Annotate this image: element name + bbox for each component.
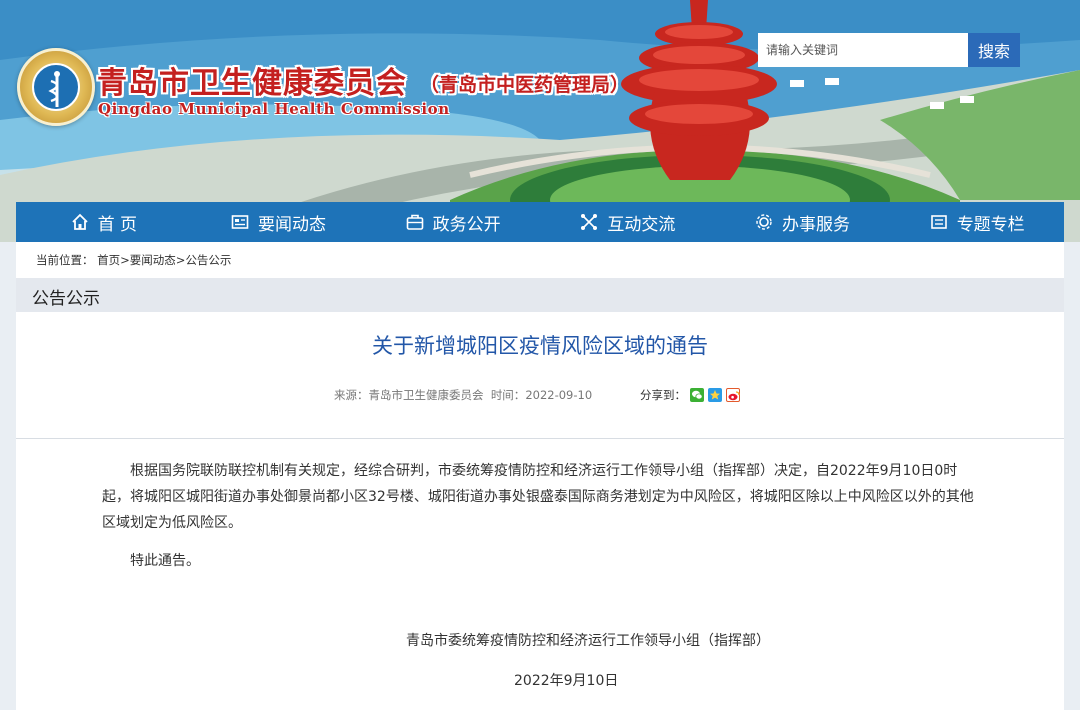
section-title: 公告公示: [32, 289, 100, 309]
share-bar: 分享到：: [640, 387, 740, 403]
topic-icon: [929, 212, 949, 232]
nav-label: 专题专栏: [956, 214, 1025, 235]
nav-label: 互动交流: [607, 214, 676, 235]
qzone-icon[interactable]: [708, 388, 722, 402]
section-header: 公告公示: [16, 278, 1064, 312]
site-english-title: Qingdao Municipal Health Commission: [98, 100, 450, 118]
nav-item-home[interactable]: 首 页: [16, 202, 191, 242]
article-paragraph-2: 特此通告。: [130, 553, 200, 569]
breadcrumb-separator: >: [120, 253, 130, 267]
divider: [16, 438, 1064, 439]
breadcrumb-news[interactable]: 要闻动态: [130, 253, 176, 267]
source-label: 来源：: [334, 388, 369, 402]
article-signature: 青岛市委统筹疫情防控和经济运行工作领导小组（指挥部）: [406, 633, 770, 649]
content-panel: 当前位置： 首页>要闻动态>公告公示 公告公示 关于新增城阳区疫情风险区域的通告…: [16, 242, 1064, 710]
interaction-icon: [579, 212, 599, 232]
search-input[interactable]: [758, 33, 968, 67]
breadcrumb-separator: >: [175, 253, 186, 267]
breadcrumb-prefix: 当前位置：: [36, 253, 94, 267]
time-label: 时间：: [490, 388, 526, 402]
article-date: 2022年9月10日: [514, 673, 619, 689]
breadcrumb-home[interactable]: 首页: [97, 253, 120, 267]
article-time: 2022-09-10: [525, 388, 593, 402]
weibo-icon[interactable]: [726, 388, 740, 402]
nav-label: 政务公开: [432, 214, 501, 235]
article-meta: 来源：青岛市卫生健康委员会 时间：2022-09-10: [334, 387, 592, 403]
search-button[interactable]: 搜索: [968, 33, 1020, 67]
site-title[interactable]: 青岛市卫生健康委员会: [97, 58, 407, 102]
nav-label: 要闻动态: [258, 214, 326, 235]
nav-item-services[interactable]: 办事服务: [715, 202, 890, 242]
logo-emblem[interactable]: [17, 48, 95, 126]
article-paragraph-1: 根据国务院联防联控机制有关规定，经综合研判，市委统筹疫情防控和经济运行工作领导小…: [102, 463, 974, 531]
article-title: 关于新增城阳区疫情风险区域的通告: [372, 334, 708, 358]
nav-item-topics[interactable]: 专题专栏: [889, 202, 1064, 242]
article-source: 青岛市卫生健康委员会: [368, 388, 484, 402]
service-icon: [754, 212, 774, 232]
home-icon: [70, 212, 90, 232]
nav-label: 办事服务: [782, 214, 851, 235]
news-icon: [230, 212, 250, 232]
share-label: 分享到：: [640, 388, 686, 402]
main-nav: 首 页 要闻动态 政务公开 互动交流 办事服务 专题专栏: [16, 202, 1064, 242]
nav-item-news[interactable]: 要闻动态: [191, 202, 366, 242]
nav-label: 首 页: [97, 214, 138, 235]
caduceus-icon: [32, 63, 80, 111]
breadcrumb-current[interactable]: 公告公示: [185, 253, 231, 267]
site-subtitle: （青岛市中医药管理局）: [420, 74, 630, 96]
nav-item-government-affairs[interactable]: 政务公开: [365, 202, 540, 242]
briefcase-icon: [405, 212, 425, 232]
breadcrumb: 当前位置： 首页>要闻动态>公告公示: [36, 252, 231, 268]
nav-item-interaction[interactable]: 互动交流: [540, 202, 715, 242]
wechat-icon[interactable]: [690, 388, 704, 402]
